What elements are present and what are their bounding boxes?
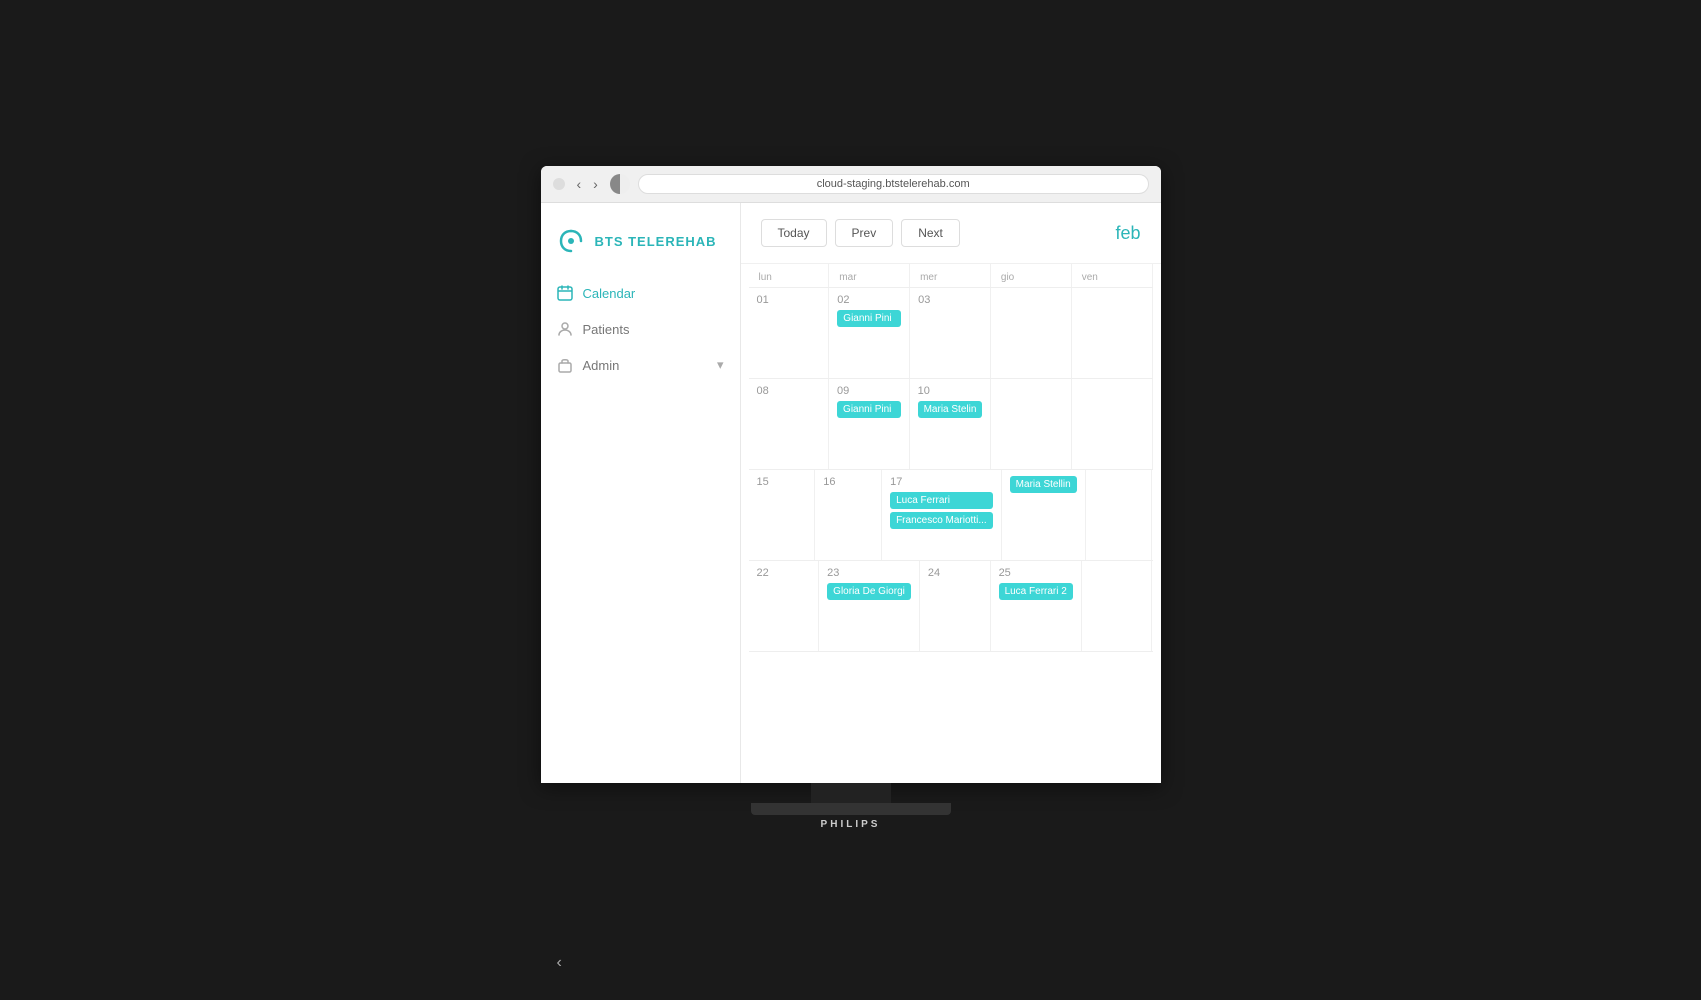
day-headers: lun mar mer gio ven [749, 264, 1153, 288]
browser-btn-1[interactable] [553, 178, 565, 190]
nav-arrows: ‹ › [573, 174, 602, 194]
event-maria-stellin-w3[interactable]: Maria Stellin [1010, 476, 1077, 493]
day-cell-09[interactable]: 09 Gianni Pini [829, 379, 910, 469]
day-cell-25[interactable]: 25 Luca Ferrari 2 [991, 561, 1082, 651]
day-number: 03 [918, 294, 982, 306]
day-number: 15 [757, 476, 807, 488]
header-mer: mer [910, 264, 991, 287]
day-cell-17[interactable]: 17 Luca Ferrari Francesco Mariotti... [882, 470, 1002, 560]
next-button[interactable]: Next [901, 219, 960, 247]
sidebar-item-calendar[interactable]: Calendar [541, 275, 740, 311]
week-row-4: 22 23 Gloria De Giorgi 24 25 Luca Ferrar… [749, 561, 1153, 652]
day-cell-w2-5 [1072, 379, 1153, 469]
day-cell-w3-4[interactable]: Maria Stellin [1002, 470, 1086, 560]
day-cell-24: 24 [920, 561, 991, 651]
admin-icon [557, 357, 573, 373]
address-bar[interactable]: cloud-staging.btstelerehab.com [638, 174, 1149, 194]
day-number: 22 [757, 567, 811, 579]
day-number: 01 [757, 294, 821, 306]
main-content: Today Prev Next feb lun mar mer gio ven [741, 203, 1161, 783]
admin-label: Admin [583, 358, 620, 373]
sidebar: BTS TELEREHAB Calendar [541, 203, 741, 783]
day-number: 09 [837, 385, 901, 397]
monitor-base [751, 803, 951, 815]
header-mar: mar [829, 264, 910, 287]
day-number: 17 [890, 476, 993, 488]
back-button[interactable]: ‹ [573, 174, 586, 194]
app-container: BTS TELEREHAB Calendar [541, 203, 1161, 783]
monitor-stand [811, 783, 891, 803]
browser-controls [553, 178, 565, 190]
event-luca-ferrari2-w4[interactable]: Luca Ferrari 2 [999, 583, 1073, 600]
day-number: 08 [757, 385, 821, 397]
theme-toggle[interactable] [610, 174, 630, 194]
day-number: 24 [928, 567, 982, 579]
event-francesco-w3[interactable]: Francesco Mariotti... [890, 512, 993, 529]
sidebar-item-admin[interactable]: Admin ▾ [541, 347, 740, 383]
day-cell-22: 22 [749, 561, 820, 651]
header-ven: ven [1072, 264, 1153, 287]
logo-text: BTS TELEREHAB [595, 234, 717, 249]
event-maria-stelin-w2[interactable]: Maria Stelin [918, 401, 983, 418]
patients-icon [557, 321, 573, 337]
event-gianni-pini-w1[interactable]: Gianni Pini [837, 310, 901, 327]
today-button[interactable]: Today [761, 219, 827, 247]
week-row-3: 15 16 17 Luca Ferrari Francesco Mariotti… [749, 470, 1153, 561]
calendar-label: Calendar [583, 286, 636, 301]
day-cell-16: 16 [815, 470, 882, 560]
calendar-header: Today Prev Next feb [741, 203, 1161, 264]
day-cell-03: 03 [910, 288, 991, 378]
day-cell-01: 01 [749, 288, 830, 378]
day-cell-w1-5 [1072, 288, 1153, 378]
event-gloria-w4[interactable]: Gloria De Giorgi [827, 583, 911, 600]
admin-chevron: ▾ [717, 357, 724, 373]
forward-button[interactable]: › [589, 174, 602, 194]
day-cell-15: 15 [749, 470, 816, 560]
day-cell-w2-4 [991, 379, 1072, 469]
sidebar-item-patients[interactable]: Patients [541, 311, 740, 347]
month-label: feb [1115, 223, 1140, 244]
url-text: cloud-staging.btstelerehab.com [817, 178, 970, 190]
event-gianni-pini-w2[interactable]: Gianni Pini [837, 401, 901, 418]
week-row-1: 01 02 Gianni Pini 03 [749, 288, 1153, 379]
header-gio: gio [991, 264, 1072, 287]
admin-left: Admin [557, 357, 620, 373]
day-number: 23 [827, 567, 911, 579]
day-cell-02[interactable]: 02 Gianni Pini [829, 288, 910, 378]
day-number: 10 [918, 385, 983, 397]
browser-window: ‹ › cloud-staging.btstelerehab.com BTS T… [541, 166, 1161, 783]
calendar-icon [557, 285, 573, 301]
header-lun: lun [749, 264, 830, 287]
week-row-2: 08 09 Gianni Pini 10 Maria Stelin [749, 379, 1153, 470]
day-number: 02 [837, 294, 901, 306]
day-cell-10[interactable]: 10 Maria Stelin [910, 379, 992, 469]
day-cell-08: 08 [749, 379, 830, 469]
day-cell-w3-5 [1086, 470, 1153, 560]
day-number: 25 [999, 567, 1073, 579]
browser-chrome: ‹ › cloud-staging.btstelerehab.com [541, 166, 1161, 203]
monitor-wrapper: ‹ › cloud-staging.btstelerehab.com BTS T… [541, 166, 1161, 834]
day-cell-w4-5 [1082, 561, 1153, 651]
prev-button[interactable]: Prev [835, 219, 894, 247]
day-cell-23[interactable]: 23 Gloria De Giorgi [819, 561, 920, 651]
day-cell-w1-4 [991, 288, 1072, 378]
event-luca-ferrari-w3[interactable]: Luca Ferrari [890, 492, 993, 509]
logo-icon [557, 227, 585, 255]
calendar-grid: lun mar mer gio ven 01 02 Gianni Pini [741, 264, 1161, 652]
patients-label: Patients [583, 322, 630, 337]
day-number: 16 [823, 476, 873, 488]
logo-area: BTS TELEREHAB [541, 219, 740, 275]
monitor-brand-label: PHILIPS [817, 815, 885, 834]
